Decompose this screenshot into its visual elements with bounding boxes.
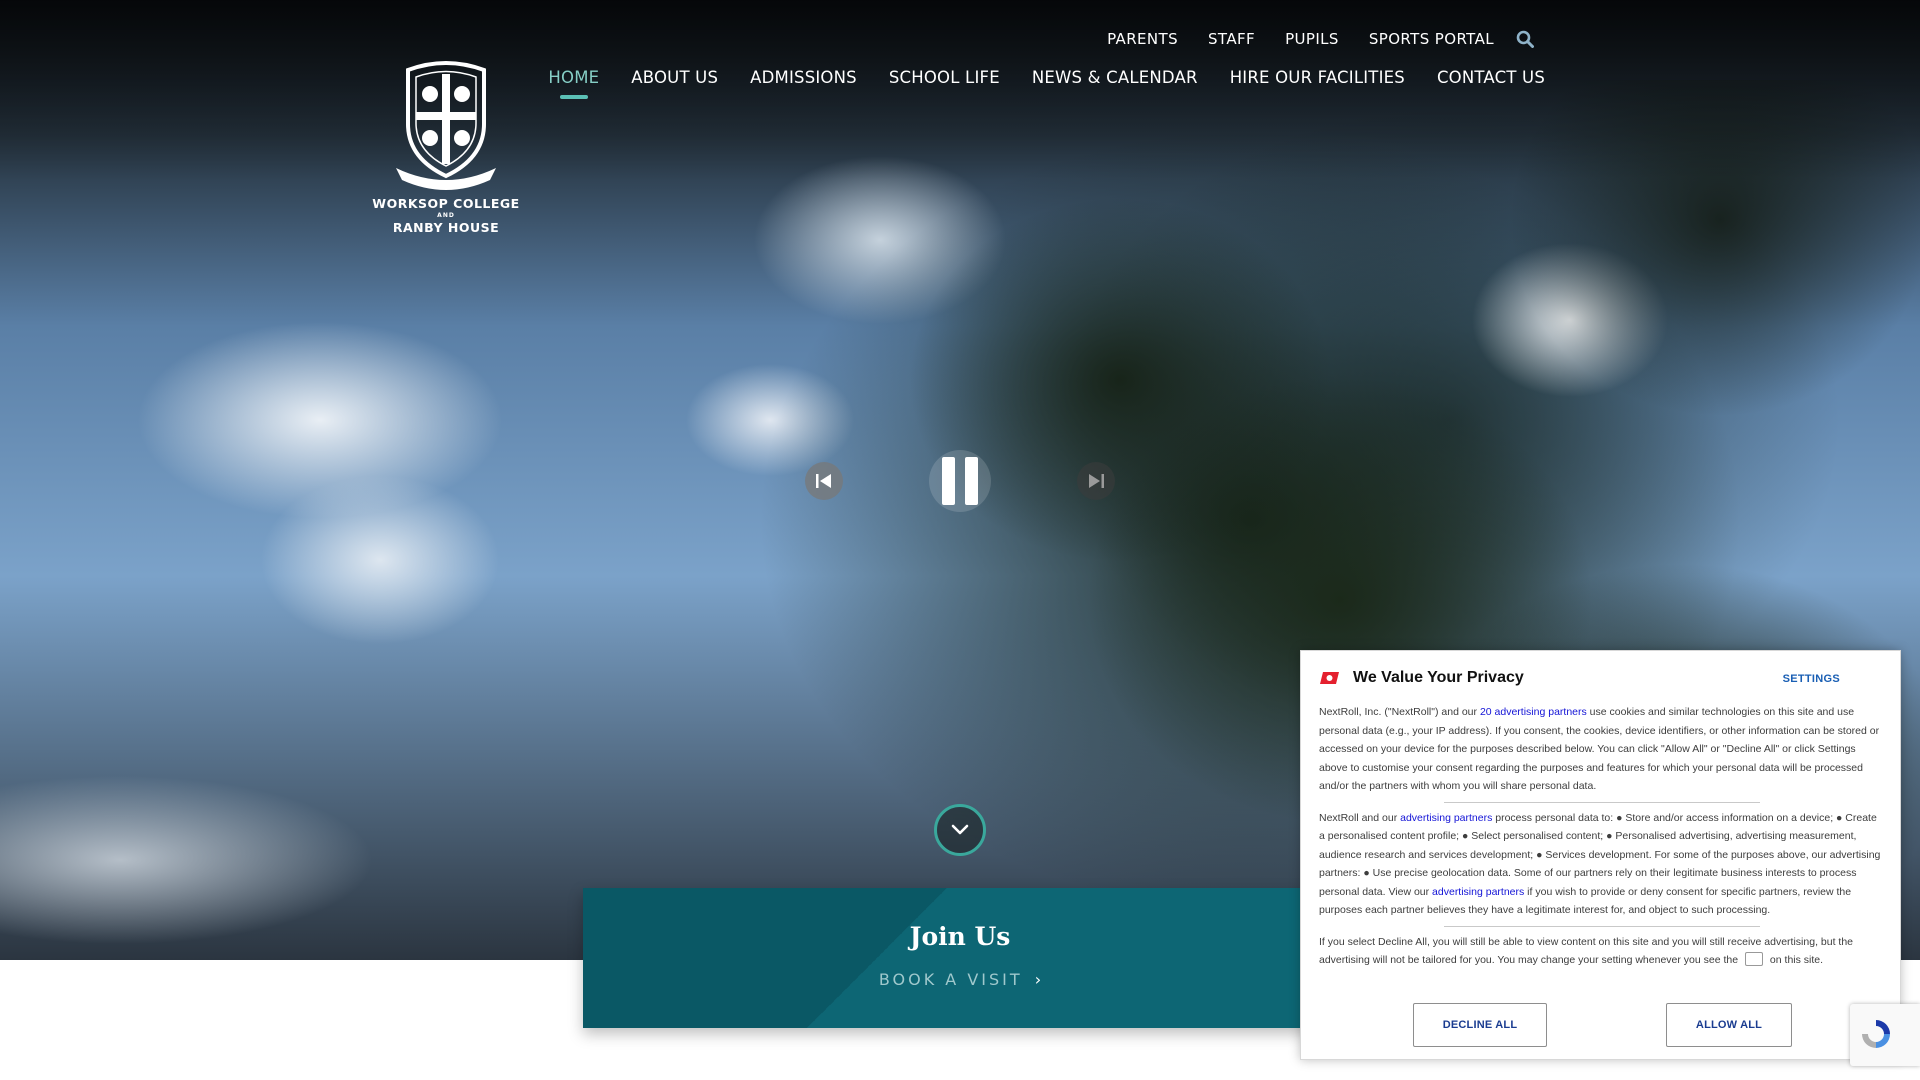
utility-link-parents[interactable]: PARENTS — [1107, 30, 1178, 48]
chevron-down-icon — [951, 824, 969, 835]
crest-icon — [396, 61, 496, 190]
privacy-text: NextRoll, Inc. ("NextRoll") and our — [1319, 706, 1480, 718]
join-us-title: Join Us — [909, 922, 1011, 951]
nav-contact-us[interactable]: CONTACT US — [1437, 68, 1545, 99]
nav-hire-facilities[interactable]: HIRE OUR FACILITIES — [1230, 68, 1405, 99]
privacy-text: NextRoll and our — [1319, 811, 1401, 824]
allow-all-button[interactable]: ALLOW ALL — [1666, 1003, 1792, 1047]
logo-name-line1: WORKSOP COLLEGE — [372, 196, 520, 211]
main-nav: HOME ABOUT US ADMISSIONS SCHOOL LIFE NEW… — [548, 68, 1545, 99]
privacy-text: use cookies and similar technologies on … — [1319, 706, 1880, 792]
previous-icon — [816, 474, 831, 488]
privacy-header: We Value Your Privacy — [1319, 669, 1524, 687]
recaptcha-icon — [1862, 1020, 1890, 1048]
nav-news-calendar[interactable]: NEWS & CALENDAR — [1032, 68, 1198, 99]
utility-link-staff[interactable]: STAFF — [1208, 30, 1255, 48]
privacy-text: on this site. — [1767, 954, 1824, 966]
advertising-partners-link[interactable]: 20 advertising partners — [1480, 706, 1587, 718]
utility-link-sports-portal[interactable]: SPORTS PORTAL — [1369, 30, 1494, 48]
nav-about-us[interactable]: ABOUT US — [631, 68, 718, 99]
join-us-banner: Join Us BOOK A VISIT › — [583, 888, 1337, 1028]
advertising-partners-link[interactable]: advertising partners — [1400, 812, 1492, 824]
nav-school-life[interactable]: SCHOOL LIFE — [889, 68, 1000, 99]
next-button[interactable] — [1077, 462, 1115, 500]
privacy-body: NextRoll, Inc. ("NextRoll") and our 20 a… — [1319, 703, 1885, 976]
divider — [1444, 801, 1760, 803]
nav-home[interactable]: HOME — [548, 68, 599, 99]
utility-nav: PARENTS STAFF PUPILS SPORTS PORTAL — [1107, 30, 1534, 48]
utility-link-pupils[interactable]: PUPILS — [1285, 30, 1339, 48]
nextroll-logo-icon — [1320, 672, 1339, 684]
privacy-paragraph-3: If you select Decline All, you will stil… — [1319, 933, 1885, 970]
school-logo[interactable]: WORKSOP COLLEGE AND RANBY HOUSE — [370, 60, 522, 236]
settings-link[interactable]: SETTINGS — [1783, 673, 1840, 685]
logo-name-line3: RANBY HOUSE — [392, 220, 500, 235]
pause-icon — [942, 457, 978, 505]
privacy-consent-dialog: We Value Your Privacy SETTINGS NextRoll,… — [1300, 650, 1901, 1060]
nav-home-label: HOME — [548, 68, 600, 87]
next-icon — [1089, 474, 1104, 488]
privacy-paragraph-1: NextRoll, Inc. ("NextRoll") and our 20 a… — [1319, 703, 1885, 796]
search-icon[interactable] — [1516, 30, 1534, 48]
logo-name-line2: AND — [437, 212, 455, 219]
active-indicator — [559, 95, 588, 99]
book-a-visit-label: BOOK A VISIT — [878, 970, 1023, 989]
nav-admissions[interactable]: ADMISSIONS — [750, 68, 857, 99]
decline-all-button[interactable]: DECLINE ALL — [1413, 1003, 1547, 1047]
recaptcha-badge[interactable] — [1850, 1004, 1920, 1066]
chevron-right-icon: › — [1034, 970, 1042, 989]
pause-button[interactable] — [929, 450, 991, 512]
book-a-visit-link[interactable]: BOOK A VISIT › — [583, 970, 1337, 989]
previous-button[interactable] — [805, 462, 843, 500]
scroll-down-button[interactable] — [934, 804, 986, 856]
divider — [1444, 925, 1760, 927]
privacy-paragraph-2: NextRoll and our advertising partners pr… — [1319, 809, 1885, 920]
privacy-title: We Value Your Privacy — [1353, 669, 1524, 686]
advertising-partners-link[interactable]: advertising partners — [1432, 886, 1524, 898]
nextroll-badge-icon[interactable] — [1745, 952, 1764, 967]
